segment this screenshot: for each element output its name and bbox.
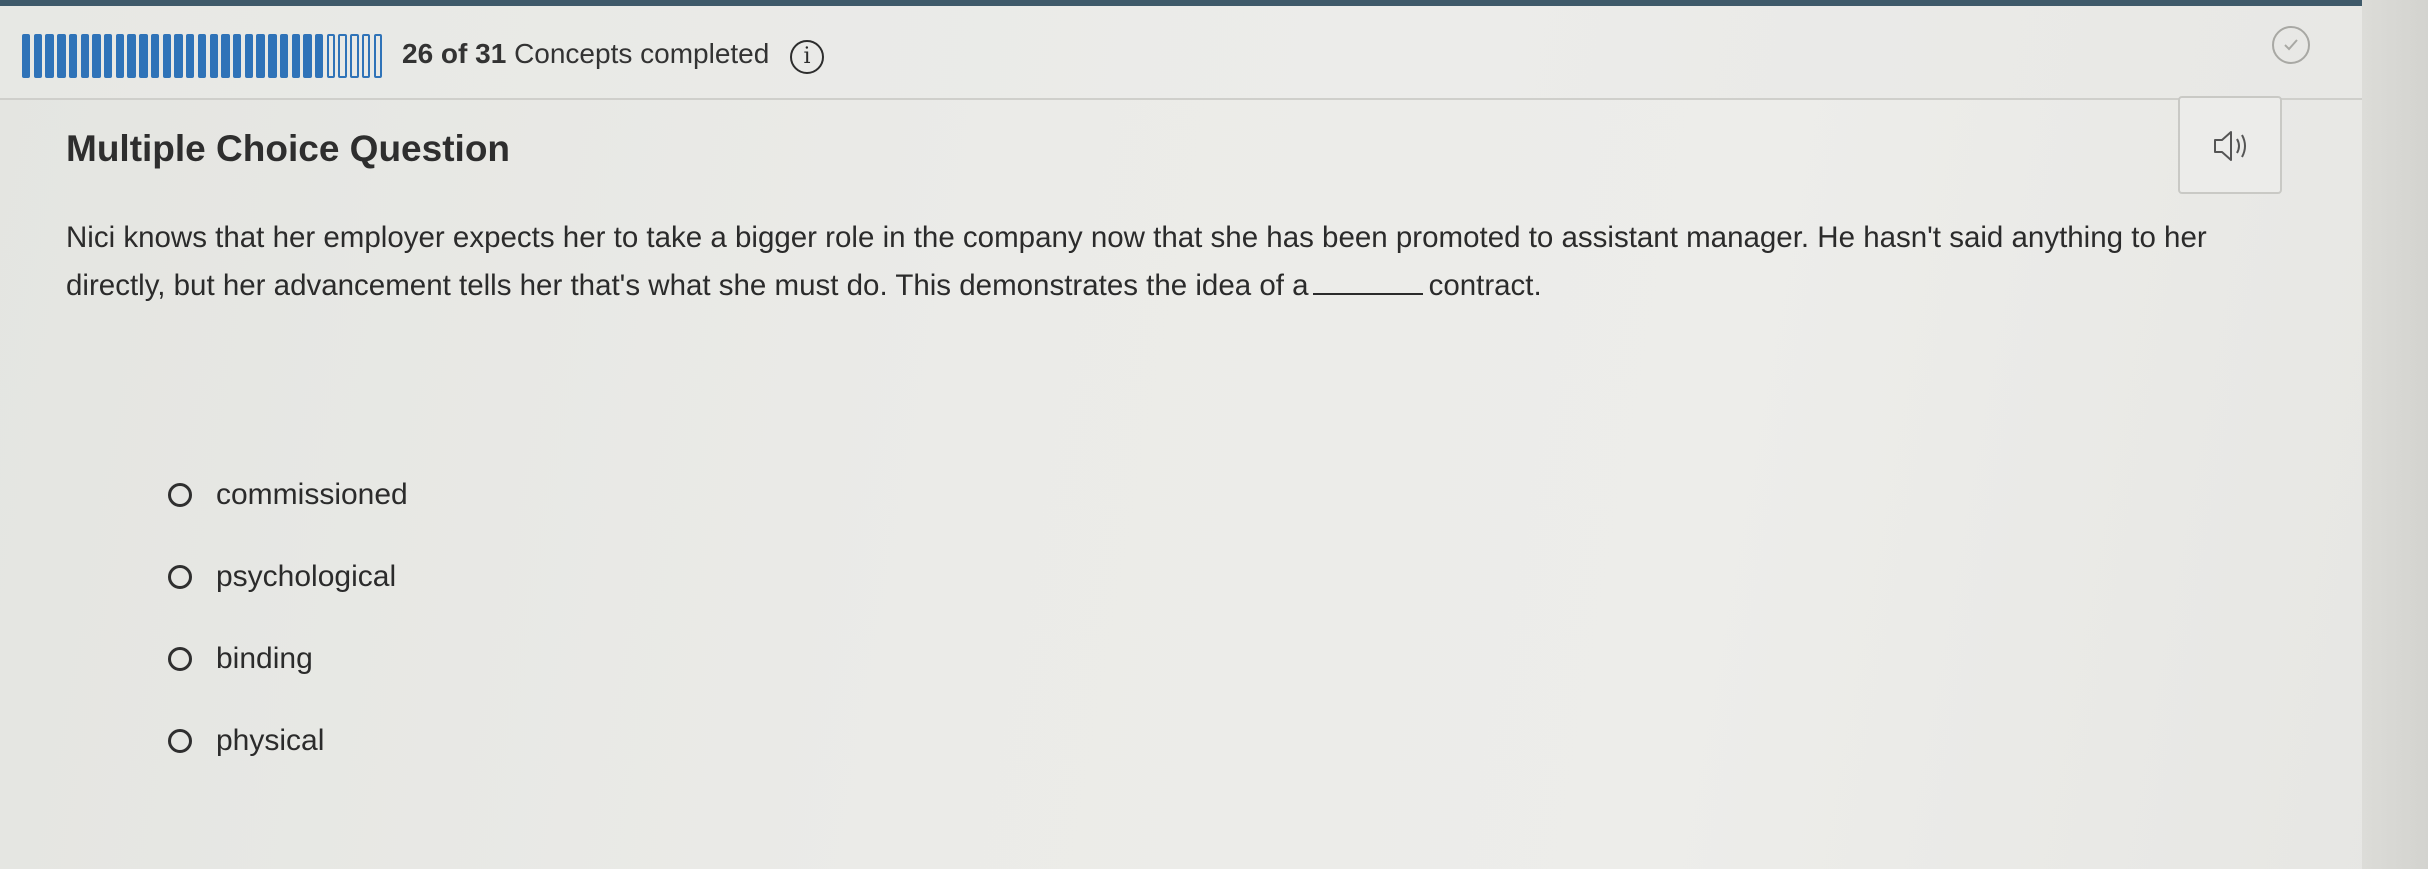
progress-segment-complete	[162, 34, 172, 78]
question-blank	[1312, 273, 1423, 295]
progress-segment-incomplete	[350, 34, 359, 78]
progress-segment-complete	[232, 34, 242, 78]
progress-segment-complete	[104, 34, 113, 78]
option-label: commissioned	[216, 478, 408, 511]
progress-segment-complete	[209, 34, 218, 78]
question-type-label: Multiple Choice Question	[66, 128, 511, 169]
progress-segment-complete	[314, 34, 324, 78]
radio-button[interactable]	[168, 565, 192, 589]
progress-segment-complete	[150, 34, 160, 78]
progress-segment-complete	[80, 34, 90, 78]
progress-segment-incomplete	[361, 34, 371, 78]
progress-segment-incomplete	[338, 34, 347, 78]
option-psychological[interactable]: psychological	[168, 536, 408, 618]
progress-segment-complete	[139, 34, 148, 78]
progress-segment-complete	[221, 34, 230, 78]
right-edge-panel	[2362, 0, 2428, 869]
progress-segment-complete	[174, 34, 183, 78]
question-text: Nici knows that her employer expects her…	[66, 214, 2286, 310]
option-physical[interactable]: physical	[168, 700, 408, 782]
concept-progress-bar	[22, 34, 383, 80]
option-binding[interactable]: binding	[168, 618, 408, 700]
question-text-before: Nici knows that her employer expects her…	[66, 221, 2207, 302]
progress-header: 26 of 31 Concepts completed i	[0, 6, 2362, 100]
check-circle-icon[interactable]	[2272, 26, 2310, 64]
progress-segment-complete	[57, 34, 66, 78]
progress-segment-complete	[186, 34, 195, 78]
progress-segment-complete	[68, 34, 78, 78]
progress-segment-complete	[127, 34, 136, 78]
progress-segment-complete	[303, 34, 312, 78]
progress-segment-complete	[45, 34, 54, 78]
progress-segment-incomplete	[326, 34, 336, 78]
progress-segment-complete	[92, 34, 101, 78]
progress-segment-incomplete	[373, 34, 383, 78]
radio-button[interactable]	[168, 729, 192, 753]
progress-segment-complete	[197, 34, 207, 78]
progress-segment-complete	[268, 34, 277, 78]
option-label: physical	[216, 724, 325, 757]
progress-text: 26 of 31 Concepts completed	[402, 38, 769, 70]
progress-segment-complete	[279, 34, 289, 78]
option-label: psychological	[216, 560, 397, 593]
speaker-icon	[2214, 131, 2246, 161]
answer-options: commissioned psychological binding physi…	[168, 454, 408, 782]
progress-segment-complete	[256, 34, 265, 78]
radio-button[interactable]	[168, 647, 192, 671]
info-icon[interactable]: i	[790, 40, 824, 74]
progress-segment-complete	[33, 34, 43, 78]
question-text-after: contract.	[1428, 269, 1542, 302]
progress-segment-complete	[115, 34, 125, 78]
option-commissioned[interactable]: commissioned	[168, 454, 408, 536]
progress-suffix: Concepts completed	[514, 38, 770, 69]
progress-segment-complete	[244, 34, 254, 78]
read-aloud-button[interactable]	[2178, 96, 2282, 194]
radio-button[interactable]	[168, 483, 192, 507]
progress-segment-complete	[22, 34, 31, 78]
progress-count: 26 of 31	[402, 38, 507, 69]
progress-segment-complete	[291, 34, 300, 78]
option-label: binding	[216, 642, 313, 675]
